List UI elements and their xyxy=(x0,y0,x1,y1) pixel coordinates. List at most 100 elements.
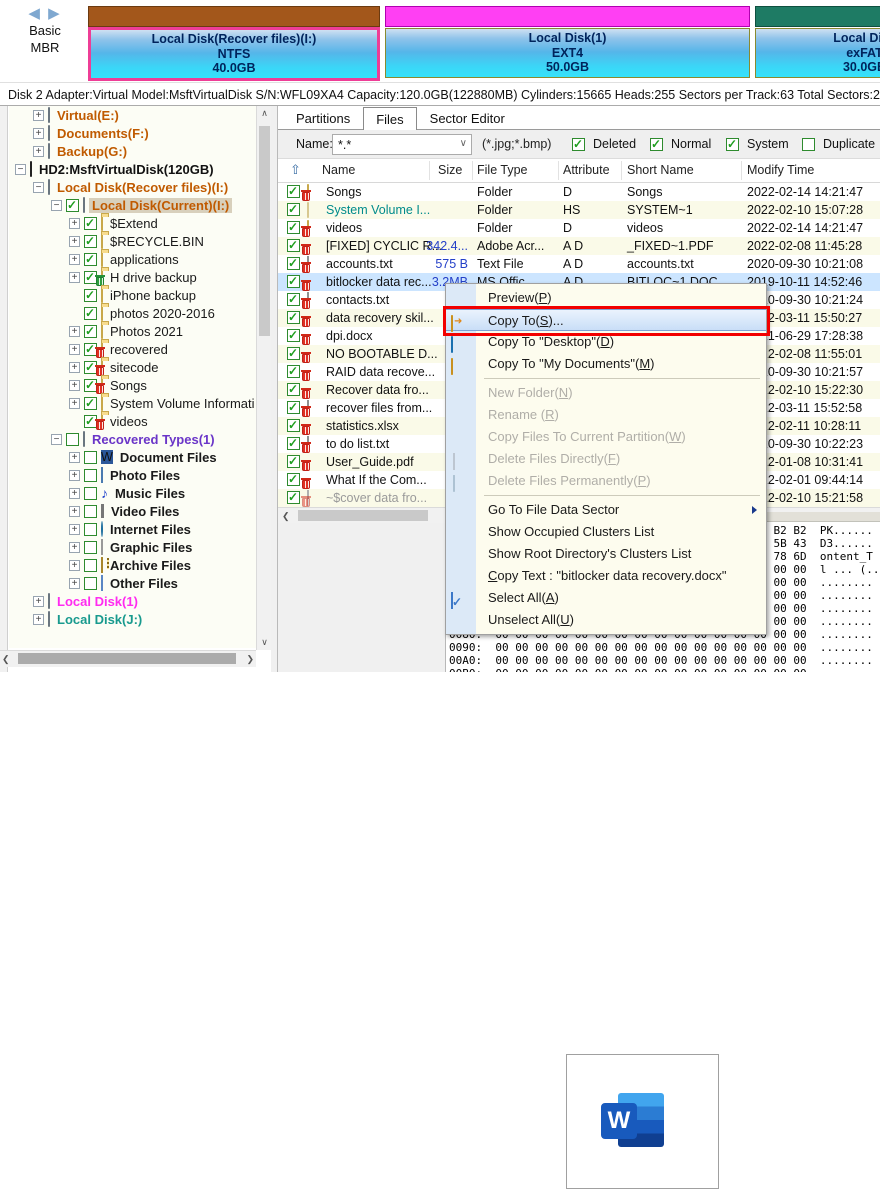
tree-checkbox[interactable] xyxy=(84,253,97,266)
scroll-up-icon[interactable]: ∧ xyxy=(257,108,272,119)
row-checkbox[interactable] xyxy=(287,221,300,234)
tab-sector-editor[interactable]: Sector Editor xyxy=(417,106,518,129)
filter-checkbox-system[interactable]: System xyxy=(726,137,789,151)
tree-item[interactable]: +Documents(F:) xyxy=(9,124,256,142)
menu-item-copy-text-bitlocker-data-recov[interactable]: Copy Text : "bitlocker data recovery.doc… xyxy=(446,565,766,587)
column-header-name[interactable]: Name xyxy=(322,163,355,177)
column-header-attribute[interactable]: Attribute xyxy=(563,163,610,177)
menu-item-show-occupied-clusters-list[interactable]: Show Occupied Clusters List xyxy=(446,521,766,543)
expand-icon[interactable]: + xyxy=(33,146,44,157)
expand-icon[interactable]: + xyxy=(69,254,80,265)
collapse-icon[interactable]: − xyxy=(51,434,62,445)
expand-icon[interactable]: + xyxy=(69,578,80,589)
tree-item[interactable]: +WDocument Files xyxy=(9,448,256,466)
scroll-left-icon[interactable]: ❮ xyxy=(282,511,290,522)
expand-icon[interactable]: + xyxy=(33,614,44,625)
row-checkbox[interactable] xyxy=(287,401,300,414)
expand-icon[interactable]: + xyxy=(33,596,44,607)
nav-back-icon[interactable]: ◀ xyxy=(28,5,42,22)
tree-item[interactable]: +applications xyxy=(9,250,256,268)
menu-item-unselect-all-u[interactable]: Unselect All(U) xyxy=(446,609,766,631)
scroll-down-icon[interactable]: ∨ xyxy=(257,637,272,648)
tree-item[interactable]: +Virtual(E:) xyxy=(9,106,256,124)
filter-checkbox-normal[interactable]: Normal xyxy=(650,137,711,151)
tab-partitions[interactable]: Partitions xyxy=(283,106,363,129)
row-checkbox[interactable] xyxy=(287,455,300,468)
column-header-file-type[interactable]: File Type xyxy=(477,163,528,177)
tree-checkbox[interactable] xyxy=(84,487,97,500)
expand-icon[interactable]: + xyxy=(69,470,80,481)
menu-item-copy-to-my-documents-m[interactable]: Copy To "My Documents"(M) xyxy=(446,353,766,375)
row-checkbox[interactable] xyxy=(287,365,300,378)
tree-checkbox[interactable] xyxy=(84,559,97,572)
expand-icon[interactable]: + xyxy=(69,344,80,355)
row-checkbox[interactable] xyxy=(287,239,300,252)
tree-item[interactable]: +Photo Files xyxy=(9,466,256,484)
tree-item[interactable]: +iPhone backup xyxy=(9,286,256,304)
tree-item[interactable]: +Local Disk(J:) xyxy=(9,610,256,628)
name-filter-combobox[interactable]: *.* ∨ xyxy=(332,134,472,155)
menu-item-select-all-a[interactable]: Select All(A) xyxy=(446,587,766,609)
nav-forward-icon[interactable]: ▶ xyxy=(48,5,62,22)
tree-item[interactable]: −Local Disk(Current)(I:) xyxy=(9,196,256,214)
tree-checkbox[interactable] xyxy=(66,433,79,446)
expand-icon[interactable]: + xyxy=(69,524,80,535)
partition-block[interactable]: Local DiskexFAT30.0GB xyxy=(755,6,880,78)
partition-box[interactable]: Local DiskexFAT30.0GB xyxy=(755,28,880,78)
row-checkbox[interactable] xyxy=(287,311,300,324)
tree-checkbox[interactable] xyxy=(66,199,79,212)
partition-box[interactable]: Local Disk(1)EXT450.0GB xyxy=(385,28,750,78)
tree-item[interactable]: +Photos 2021 xyxy=(9,322,256,340)
tree-checkbox[interactable] xyxy=(84,541,97,554)
tree-checkbox[interactable] xyxy=(84,235,97,248)
column-header-short-name[interactable]: Short Name xyxy=(627,163,694,177)
filter-checkbox-duplicate[interactable]: Duplicate xyxy=(802,137,875,151)
table-row[interactable]: System Volume I...FolderHSSYSTEM~12022-0… xyxy=(278,201,880,219)
menu-item-preview-p[interactable]: Preview(P) xyxy=(446,287,766,309)
tree-item[interactable]: +Internet Files xyxy=(9,520,256,538)
row-checkbox[interactable] xyxy=(287,473,300,486)
tree-item[interactable]: +sitecode xyxy=(9,358,256,376)
tree-checkbox[interactable] xyxy=(84,451,97,464)
collapse-icon[interactable]: − xyxy=(33,182,44,193)
tree-item[interactable]: +System Volume Informati xyxy=(9,394,256,412)
tree-item[interactable]: +Local Disk(1) xyxy=(9,592,256,610)
menu-item-show-root-directory-s-clusters[interactable]: Show Root Directory's Clusters List xyxy=(446,543,766,565)
row-checkbox[interactable] xyxy=(287,257,300,270)
tree-checkbox[interactable] xyxy=(84,217,97,230)
row-checkbox[interactable] xyxy=(287,293,300,306)
expand-icon[interactable]: + xyxy=(69,542,80,553)
expand-icon[interactable]: + xyxy=(69,488,80,499)
row-checkbox[interactable] xyxy=(287,491,300,504)
tree-checkbox[interactable] xyxy=(84,577,97,590)
table-row[interactable]: accounts.txt575 BText FileA Daccounts.tx… xyxy=(278,255,880,273)
checkbox-icon[interactable] xyxy=(726,138,739,151)
collapse-icon[interactable]: − xyxy=(15,164,26,175)
partition-box[interactable]: Local Disk(Recover files)(I:)NTFS40.0GB xyxy=(88,27,380,81)
tree-item[interactable]: +Archive Files xyxy=(9,556,256,574)
menu-item-go-to-file-data-sector[interactable]: Go To File Data Sector xyxy=(446,499,766,521)
tree-item[interactable]: +videos xyxy=(9,412,256,430)
checkbox-icon[interactable] xyxy=(802,138,815,151)
expand-icon[interactable]: + xyxy=(69,452,80,463)
scrollbar-thumb[interactable] xyxy=(259,126,270,336)
tree-checkbox[interactable] xyxy=(84,505,97,518)
scroll-right-icon[interactable]: ❯ xyxy=(246,654,254,665)
row-checkbox[interactable] xyxy=(287,347,300,360)
tree-item[interactable]: −Local Disk(Recover files)(I:) xyxy=(9,178,256,196)
checkbox-icon[interactable] xyxy=(572,138,585,151)
sort-arrow-icon[interactable]: ⇧ xyxy=(290,162,301,178)
tree-checkbox[interactable] xyxy=(84,307,97,320)
tree-item[interactable]: +$RECYCLE.BIN xyxy=(9,232,256,250)
scroll-left-icon[interactable]: ❮ xyxy=(2,654,10,665)
table-row[interactable]: videosFolderDvideos2022-02-14 14:21:47 xyxy=(278,219,880,237)
expand-icon[interactable]: + xyxy=(69,326,80,337)
panel-splitter[interactable] xyxy=(271,106,278,672)
tree-vertical-scrollbar[interactable]: ∧ ∨ xyxy=(256,106,272,650)
expand-icon[interactable]: + xyxy=(69,362,80,373)
tree-item[interactable]: +photos 2020-2016 xyxy=(9,304,256,322)
expand-icon[interactable]: + xyxy=(69,506,80,517)
tree-item[interactable]: −Recovered Types(1) xyxy=(9,430,256,448)
tree-item[interactable]: +$Extend xyxy=(9,214,256,232)
row-checkbox[interactable] xyxy=(287,275,300,288)
